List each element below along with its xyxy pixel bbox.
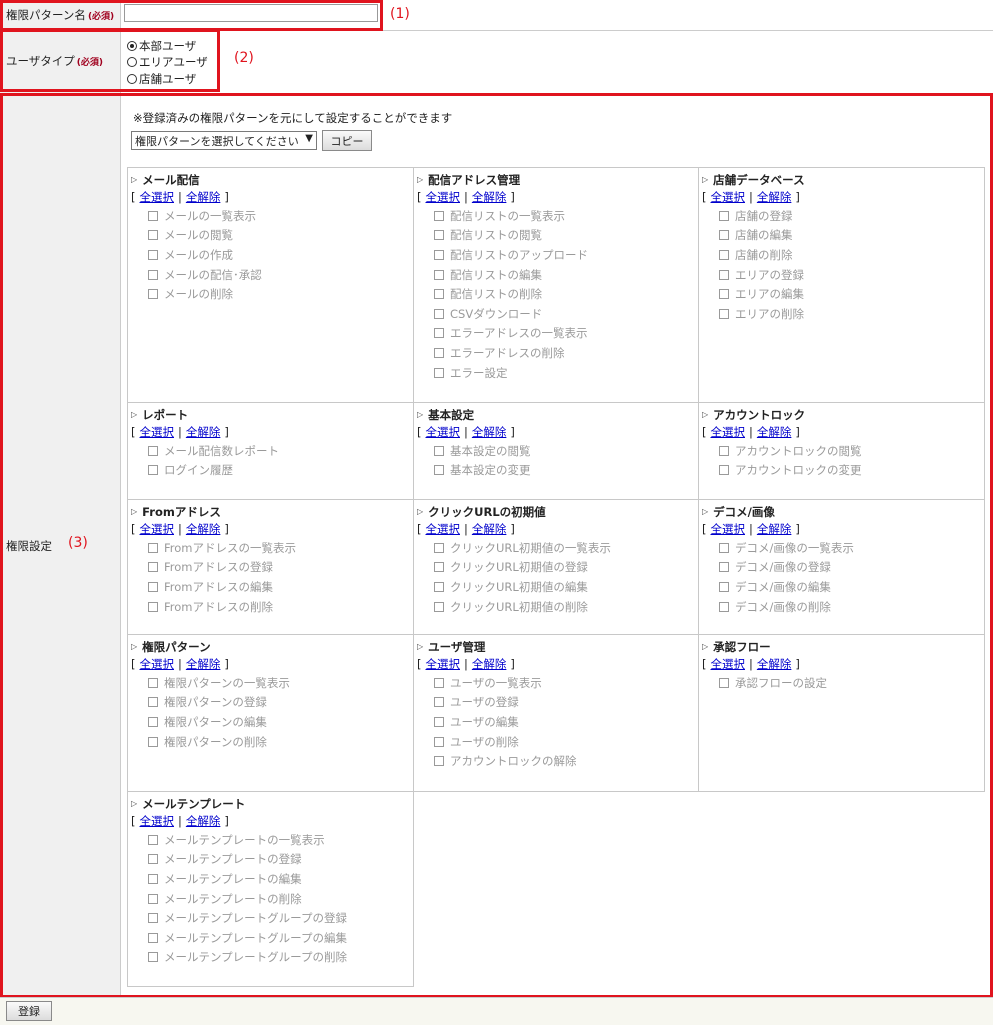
footer-bar bbox=[0, 997, 993, 1025]
register-button[interactable]: 登録 bbox=[6, 1001, 52, 1021]
annotation-1: (1) bbox=[390, 6, 410, 22]
highlight-box-1 bbox=[0, 0, 383, 31]
highlight-box-2 bbox=[0, 29, 220, 92]
annotation-2: (2) bbox=[234, 50, 254, 66]
highlight-box-3 bbox=[0, 93, 993, 998]
